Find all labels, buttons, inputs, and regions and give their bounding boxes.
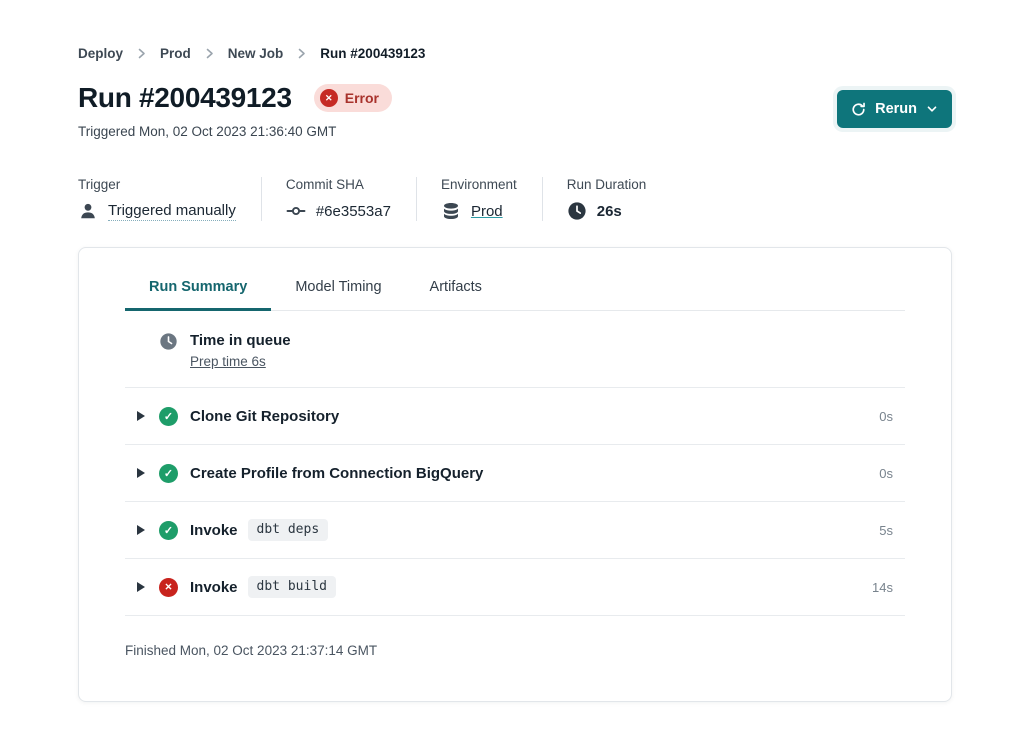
chevron-right-icon [297, 48, 306, 59]
step-name: Invoke [190, 579, 238, 596]
rerun-button-label: Rerun [875, 101, 917, 117]
tab-artifacts[interactable]: Artifacts [406, 264, 506, 311]
step-duration: 0s [879, 409, 893, 424]
step-duration: 14s [872, 580, 893, 595]
detail-label: Commit SHA [286, 177, 391, 192]
caret-right-icon[interactable] [137, 582, 145, 592]
step-name: Clone Git Repository [190, 408, 339, 425]
step-row-clone-git[interactable]: Clone Git Repository 0s [125, 388, 905, 445]
page-title: Run #200439123 [78, 82, 292, 114]
commit-sha-value: #6e3553a7 [316, 203, 391, 220]
caret-right-icon[interactable] [137, 468, 145, 478]
step-row-create-profile[interactable]: Create Profile from Connection BigQuery … [125, 445, 905, 502]
title-row: Run #200439123 Error [78, 82, 952, 114]
step-status-icon [159, 521, 178, 540]
clock-icon [567, 201, 587, 221]
time-in-queue-row: Time in queue Prep time 6s [125, 311, 905, 388]
rerun-button[interactable]: Rerun [837, 90, 952, 128]
tab-model-timing[interactable]: Model Timing [271, 264, 405, 311]
chevron-right-icon [137, 48, 146, 59]
breadcrumb-deploy[interactable]: Deploy [78, 46, 123, 61]
status-badge: Error [314, 84, 392, 112]
clock-icon [159, 332, 178, 351]
caret-right-icon[interactable] [137, 525, 145, 535]
detail-label: Run Duration [567, 177, 647, 192]
breadcrumb-run-current: Run #200439123 [320, 46, 425, 61]
step-status-icon [159, 407, 178, 426]
detail-commit-sha: Commit SHA #6e3553a7 [286, 177, 417, 221]
triggered-timestamp: Triggered Mon, 02 Oct 2023 21:36:40 GMT [78, 124, 952, 139]
step-row-dbt-build[interactable]: Invoke dbt build 14s [125, 559, 905, 616]
finished-timestamp: Finished Mon, 02 Oct 2023 21:37:14 GMT [125, 616, 905, 658]
detail-label: Trigger [78, 177, 236, 192]
breadcrumb-new-job[interactable]: New Job [228, 46, 284, 61]
status-badge-label: Error [345, 90, 379, 106]
tab-bar: Run Summary Model Timing Artifacts [125, 264, 905, 311]
refresh-icon [851, 102, 866, 117]
step-duration: 5s [879, 523, 893, 538]
step-command-chip: dbt deps [248, 519, 329, 541]
error-circle-icon [320, 89, 338, 107]
step-status-icon [159, 464, 178, 483]
run-detail-page: Deploy Prod New Job Run #200439123 Run #… [0, 0, 1030, 702]
run-details-strip: Trigger Triggered manually Commit SHA #6… [78, 177, 952, 221]
breadcrumb: Deploy Prod New Job Run #200439123 [78, 46, 952, 61]
detail-trigger: Trigger Triggered manually [78, 177, 262, 221]
run-duration-value: 26s [597, 203, 622, 220]
user-icon [78, 201, 98, 221]
database-icon [441, 201, 461, 221]
prep-time-link[interactable]: Prep time 6s [190, 354, 266, 369]
step-command-chip: dbt build [248, 576, 336, 598]
run-summary-card: Run Summary Model Timing Artifacts Time … [78, 247, 952, 702]
step-status-icon [159, 578, 178, 597]
breadcrumb-prod[interactable]: Prod [160, 46, 191, 61]
tab-run-summary[interactable]: Run Summary [125, 264, 271, 311]
queue-title: Time in queue [190, 332, 291, 349]
detail-label: Environment [441, 177, 517, 192]
caret-right-icon[interactable] [137, 411, 145, 421]
commit-icon [286, 201, 306, 221]
detail-environment: Environment Prod [441, 177, 543, 221]
step-row-dbt-deps[interactable]: Invoke dbt deps 5s [125, 502, 905, 559]
trigger-value[interactable]: Triggered manually [108, 202, 236, 221]
chevron-right-icon [205, 48, 214, 59]
step-name: Create Profile from Connection BigQuery [190, 465, 483, 482]
chevron-down-icon[interactable] [926, 103, 938, 115]
detail-run-duration: Run Duration 26s [567, 177, 672, 221]
step-duration: 0s [879, 466, 893, 481]
step-name: Invoke [190, 522, 238, 539]
environment-link[interactable]: Prod [471, 203, 503, 220]
